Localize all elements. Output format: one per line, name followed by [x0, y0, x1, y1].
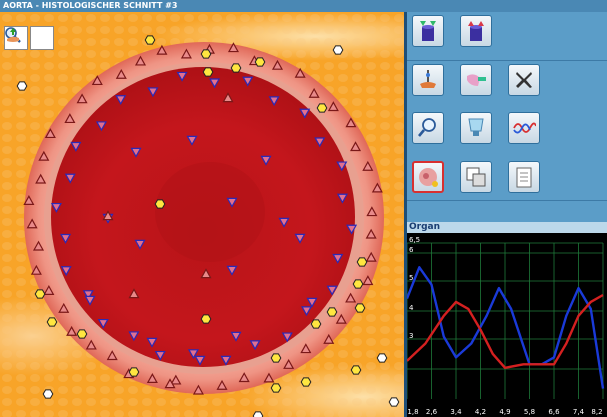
transform-icon [466, 167, 486, 187]
cylinder-red-arrows-icon [468, 21, 484, 41]
transform-button[interactable] [460, 161, 492, 193]
pipette-button[interactable] [460, 64, 492, 96]
cylinder-green-arrows-icon [420, 21, 436, 41]
x-icon [516, 72, 532, 88]
x-tick-label: 8,2 [591, 408, 602, 416]
window-title: AORTA - HISTOLOGISCHER SCHNITT #3 [3, 1, 178, 10]
yellow-hex-marker [354, 303, 366, 313]
lab-burner-icon [420, 70, 436, 88]
yellow-hex-marker [300, 377, 312, 387]
graph-title: Organ [409, 222, 441, 232]
white-hex-marker [252, 411, 264, 417]
y-tick-label: 6,5 [409, 236, 420, 244]
yellow-hex-marker [200, 49, 212, 59]
aorta-section-image [0, 12, 404, 417]
magnify-tool-button[interactable] [412, 112, 444, 144]
x-tick-label: 6,6 [548, 408, 560, 416]
yellow-hex-marker [144, 35, 156, 45]
y-tick-label: 3 [409, 332, 413, 340]
yellow-hex-marker [352, 279, 364, 289]
yellow-hex-marker [76, 329, 88, 339]
x-tick-label: 2,6 [426, 408, 438, 416]
vessel-button[interactable] [460, 112, 492, 144]
syringe-icon [467, 74, 486, 86]
x-tick-label: 4,9 [499, 408, 510, 416]
white-hex-marker [332, 45, 344, 55]
x-tick-label: 1,8 [407, 408, 418, 416]
yellow-hex-marker [316, 103, 328, 113]
yellow-hex-marker [356, 257, 368, 267]
graph-header: Organ [407, 222, 607, 233]
slide-down-button[interactable] [412, 15, 444, 47]
x-tick-label: 5,8 [524, 408, 535, 416]
organ-button[interactable] [412, 161, 444, 193]
yellow-hex-marker [202, 67, 214, 77]
white-hex-marker [42, 389, 54, 399]
hand-pointer-icon [7, 28, 19, 42]
yellow-hex-marker [128, 367, 140, 377]
y-tick-label: 4 [409, 304, 414, 312]
organ-chart: 6,5 6 5 4 3 1,8 2,6 3,4 4,2 4,9 5,8 6,6 7,4 8,2 [407, 233, 607, 417]
white-hex-marker [376, 353, 388, 363]
viewer-toolbar [4, 26, 54, 50]
vessel-icon [468, 118, 484, 136]
yellow-hex-marker [254, 57, 266, 67]
lab-tool-button[interactable] [412, 64, 444, 96]
x-tick-label: 7,4 [573, 408, 585, 416]
yellow-hex-marker [326, 307, 338, 317]
yellow-hex-marker [270, 353, 282, 363]
white-hex-marker [388, 397, 400, 407]
slide-up-button[interactable] [460, 15, 492, 47]
y-tick-label: 6 [409, 246, 414, 254]
clipboard-icon [516, 167, 532, 188]
pointer-tool[interactable] [7, 26, 54, 50]
toolbar-separator [407, 200, 607, 201]
organ-icon [419, 168, 438, 187]
yellow-hex-marker [230, 63, 242, 73]
x-tick-label: 4,2 [475, 408, 486, 416]
close-tool-button[interactable] [508, 64, 540, 96]
yellow-hex-marker [154, 199, 166, 209]
report-button[interactable] [508, 161, 540, 193]
wave-icon [513, 122, 536, 134]
specimen-viewer[interactable] [0, 12, 404, 417]
organ-chart-svg: 6,565431,8 2,6 3,4 4,2 4,9 5,8 6,6 7,4 8,2 [407, 236, 605, 416]
magnifier-icon [418, 118, 436, 137]
yellow-hex-marker [310, 319, 322, 329]
white-hex-marker [16, 81, 28, 91]
yellow-hex-marker [270, 383, 282, 393]
wave-button[interactable] [508, 112, 540, 144]
title-bar: AORTA - HISTOLOGISCHER SCHNITT #3 [0, 0, 607, 12]
yellow-hex-marker [34, 289, 46, 299]
yellow-hex-marker [200, 314, 212, 324]
yellow-hex-marker [46, 317, 58, 327]
yellow-hex-marker [350, 365, 362, 375]
x-tick-label: 3,4 [450, 408, 462, 416]
toolbar-separator [407, 60, 607, 61]
